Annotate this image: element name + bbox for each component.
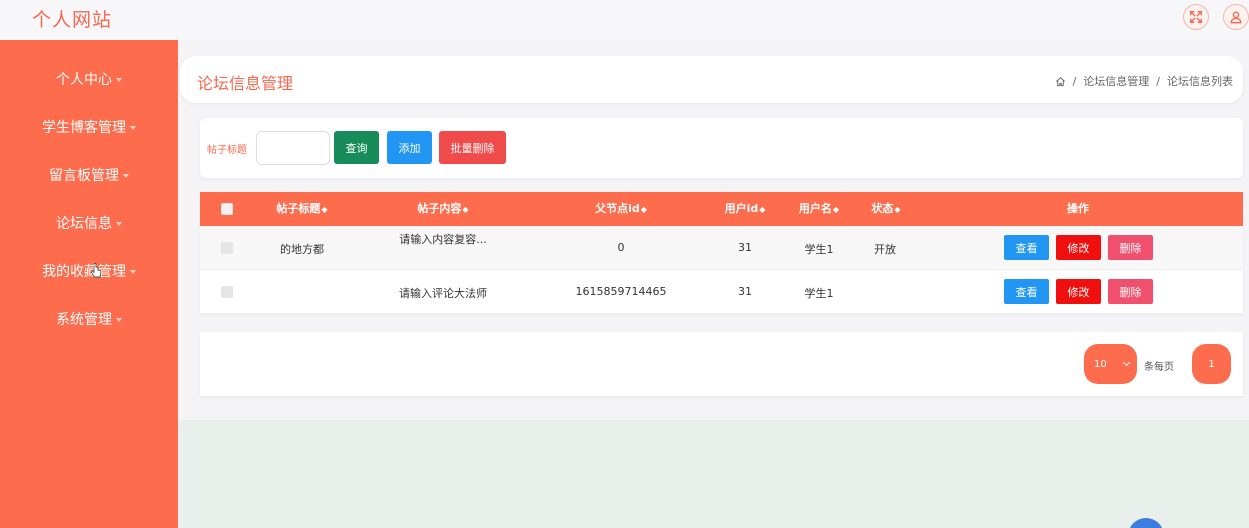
mouse-cursor-icon bbox=[90, 263, 102, 278]
breadcrumb-item: 论坛信息列表 bbox=[1167, 75, 1233, 88]
sidebar-item-favorites[interactable]: 我的收藏管理 bbox=[0, 256, 178, 286]
select-all-checkbox[interactable] bbox=[221, 203, 233, 215]
forum-table: 帖子标题◆ 帖子内容◆ 父节点id◆ 用户id◆ 用户名◆ 状态◆ 操作 的地方… bbox=[200, 192, 1243, 314]
page-header-card: 论坛信息管理 / 论坛信息管理 / 论坛信息列表 bbox=[180, 56, 1243, 103]
column-header-actions: 操作 bbox=[1067, 202, 1089, 215]
per-page-label: 条每页 bbox=[1144, 362, 1174, 373]
cell-content: 请输入内容复容... bbox=[399, 233, 487, 246]
sidebar-item-blog-management[interactable]: 学生博客管理 bbox=[0, 112, 178, 142]
sort-icon: ◆ bbox=[832, 205, 840, 214]
table-header: 帖子标题◆ 帖子内容◆ 父节点id◆ 用户id◆ 用户名◆ 状态◆ 操作 bbox=[200, 192, 1243, 226]
caret-down-icon bbox=[130, 125, 136, 130]
edit-button[interactable]: 修改 bbox=[1056, 235, 1101, 260]
cell-username: 学生1 bbox=[804, 243, 834, 256]
chevron-down-icon bbox=[1122, 358, 1131, 367]
sort-icon: ◆ bbox=[759, 205, 766, 214]
caret-down-icon bbox=[130, 269, 136, 274]
cell-parent-id: 0 bbox=[617, 241, 625, 254]
row-checkbox[interactable] bbox=[221, 286, 233, 298]
sidebar-item-label: 学生博客管理 bbox=[42, 120, 126, 136]
add-button[interactable]: 添加 bbox=[387, 131, 432, 164]
site-brand: 个人网站 bbox=[32, 9, 113, 31]
sidebar-item-guestbook[interactable]: 留言板管理 bbox=[0, 160, 178, 190]
user-icon[interactable] bbox=[1223, 4, 1249, 30]
sort-icon: ◆ bbox=[462, 205, 469, 214]
sort-icon: ◆ bbox=[894, 205, 901, 214]
view-button[interactable]: 查看 bbox=[1004, 235, 1049, 260]
batch-delete-button[interactable]: 批量删除 bbox=[439, 131, 506, 164]
content-footer-area bbox=[178, 420, 1249, 528]
caret-down-icon bbox=[116, 221, 122, 226]
sidebar: 个人中心 学生博客管理 留言板管理 论坛信息 我的收藏管理 系统管理 bbox=[0, 40, 178, 528]
edit-button[interactable]: 修改 bbox=[1056, 279, 1101, 304]
caret-down-icon bbox=[116, 77, 122, 82]
sidebar-item-label: 系统管理 bbox=[56, 312, 112, 328]
caret-down-icon bbox=[116, 317, 122, 322]
fullscreen-icon[interactable] bbox=[1183, 4, 1209, 30]
delete-button[interactable]: 删除 bbox=[1108, 279, 1153, 304]
home-icon[interactable] bbox=[1055, 76, 1066, 87]
top-header: 个人网站 bbox=[0, 0, 1249, 40]
table-row: 请输入评论大法师 1615859714465 31 学生1 查看 修改 删除 bbox=[200, 270, 1243, 314]
search-label: 帖子标题 bbox=[207, 145, 247, 156]
cell-parent-id: 1615859714465 bbox=[575, 285, 667, 298]
page-size-select[interactable]: 10 bbox=[1084, 344, 1137, 384]
column-header-username[interactable]: 用户名◆ bbox=[799, 192, 839, 226]
cell-user-id: 31 bbox=[738, 241, 752, 254]
search-bar: 帖子标题 查询 添加 批量删除 bbox=[200, 118, 1243, 178]
cell-username: 学生1 bbox=[804, 287, 834, 300]
sidebar-item-system[interactable]: 系统管理 bbox=[0, 304, 178, 334]
column-header-title[interactable]: 帖子标题◆ bbox=[276, 192, 327, 226]
column-header-status[interactable]: 状态◆ bbox=[871, 192, 900, 226]
page-title: 论坛信息管理 bbox=[197, 74, 294, 93]
sidebar-item-personal-center[interactable]: 个人中心 bbox=[0, 64, 178, 94]
sidebar-item-label: 论坛信息 bbox=[56, 216, 112, 232]
column-header-user-id[interactable]: 用户id◆ bbox=[725, 192, 766, 226]
column-header-parent-id[interactable]: 父节点id◆ bbox=[595, 192, 647, 226]
pagination: 10 条每页 1 bbox=[200, 332, 1243, 396]
breadcrumb-separator: / bbox=[1156, 74, 1160, 88]
page-size-value: 10 bbox=[1094, 358, 1107, 370]
sidebar-item-label: 个人中心 bbox=[56, 72, 112, 88]
caret-down-icon bbox=[123, 173, 129, 178]
query-button[interactable]: 查询 bbox=[334, 131, 379, 164]
cell-content: 请输入评论大法师 bbox=[399, 287, 487, 300]
table-row: 的地方都 请输入内容复容... 0 31 学生1 开放 查看 修改 删除 bbox=[200, 226, 1243, 270]
sidebar-item-forum[interactable]: 论坛信息 bbox=[0, 208, 178, 238]
cell-status: 开放 bbox=[874, 243, 896, 256]
cell-title: 的地方都 bbox=[280, 243, 324, 256]
sort-icon: ◆ bbox=[321, 205, 328, 214]
breadcrumb-separator: / bbox=[1072, 74, 1077, 88]
column-header-content[interactable]: 帖子内容◆ bbox=[417, 192, 468, 226]
breadcrumb-item[interactable]: 论坛信息管理 bbox=[1083, 73, 1149, 89]
sort-icon: ◆ bbox=[640, 205, 647, 214]
delete-button[interactable]: 删除 bbox=[1108, 235, 1153, 260]
view-button[interactable]: 查看 bbox=[1004, 279, 1049, 304]
page-number-button[interactable]: 1 bbox=[1192, 344, 1231, 384]
row-checkbox[interactable] bbox=[221, 242, 233, 254]
sidebar-item-label: 留言板管理 bbox=[49, 168, 119, 184]
title-search-input[interactable] bbox=[256, 131, 330, 165]
sidebar-item-label: 我的收藏管理 bbox=[42, 264, 126, 280]
breadcrumb: / 论坛信息管理 / 论坛信息列表 bbox=[1055, 73, 1233, 89]
cell-user-id: 31 bbox=[738, 285, 752, 298]
